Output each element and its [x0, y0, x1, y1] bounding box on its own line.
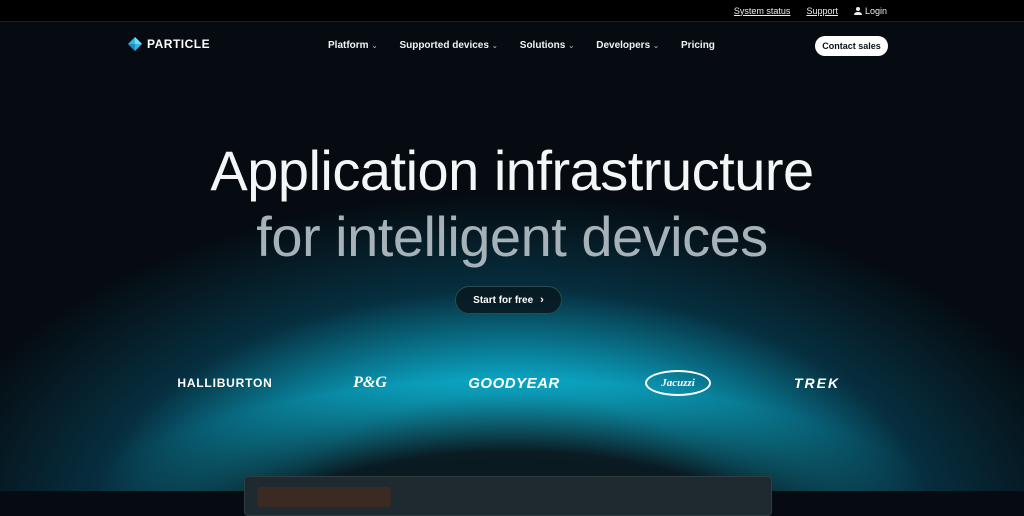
jacuzzi-oval: Jacuzzi [645, 370, 711, 396]
user-icon [853, 6, 862, 15]
chevron-down-icon: ⌄ [491, 42, 498, 50]
nav-item-label: Platform [328, 40, 369, 51]
nav-item-solutions[interactable]: Solutions ⌄ [520, 40, 574, 51]
system-status-link[interactable]: System status [734, 6, 791, 16]
nav-item-developers[interactable]: Developers ⌄ [596, 40, 659, 51]
halliburton-logo: HALLIBURTON [177, 376, 273, 390]
support-link[interactable]: Support [806, 6, 838, 16]
cta-label: Start for free [473, 294, 534, 306]
hero-heading-line2: for intelligent devices [256, 205, 768, 268]
nav-item-supported-devices[interactable]: Supported devices ⌄ [399, 40, 497, 51]
customer-logos: HALLIBURTON P&G GOODYEAR Jacuzzi TREK [0, 366, 1024, 400]
nav-item-label: Solutions [519, 40, 566, 51]
nav-item-label: Pricing [681, 40, 715, 51]
jacuzzi-logo: Jacuzzi [642, 366, 714, 400]
login-label: Login [864, 5, 887, 16]
particle-logo[interactable]: PARTICLE [128, 37, 210, 51]
contact-sales-button[interactable]: Contact sales [815, 36, 888, 56]
chevron-right-icon: › [540, 294, 544, 306]
brand-name: PARTICLE [147, 37, 211, 51]
chevron-down-icon: ⌄ [653, 42, 660, 50]
start-for-free-button[interactable]: Start for free › [455, 286, 562, 314]
login-link[interactable]: Login [853, 5, 887, 16]
chevron-down-icon: ⌄ [568, 42, 575, 50]
nav-item-label: Developers [596, 40, 651, 51]
utility-bar: System status Support Login [0, 0, 1024, 22]
hero-heading-line1: Application infrastructure [210, 139, 814, 202]
nav-item-pricing[interactable]: Pricing [681, 40, 715, 51]
trek-logo: TREK [793, 375, 841, 391]
nav-item-platform[interactable]: Platform ⌄ [328, 40, 377, 51]
preview-thumbnail [257, 487, 391, 507]
main-nav: PARTICLE Platform ⌄ Supported devices ⌄ … [0, 22, 1024, 70]
goodyear-logo: GOODYEAR [468, 374, 560, 392]
hero-heading: Application infrastructure for intellige… [0, 138, 1024, 270]
nav-menu: Platform ⌄ Supported devices ⌄ Solutions… [328, 40, 715, 51]
pg-logo: P&G [353, 374, 387, 391]
hero-section: Application infrastructure for intellige… [0, 138, 1024, 270]
particle-logo-icon [128, 37, 142, 51]
product-preview [244, 476, 772, 516]
nav-item-label: Supported devices [399, 40, 489, 51]
chevron-down-icon: ⌄ [371, 42, 378, 50]
